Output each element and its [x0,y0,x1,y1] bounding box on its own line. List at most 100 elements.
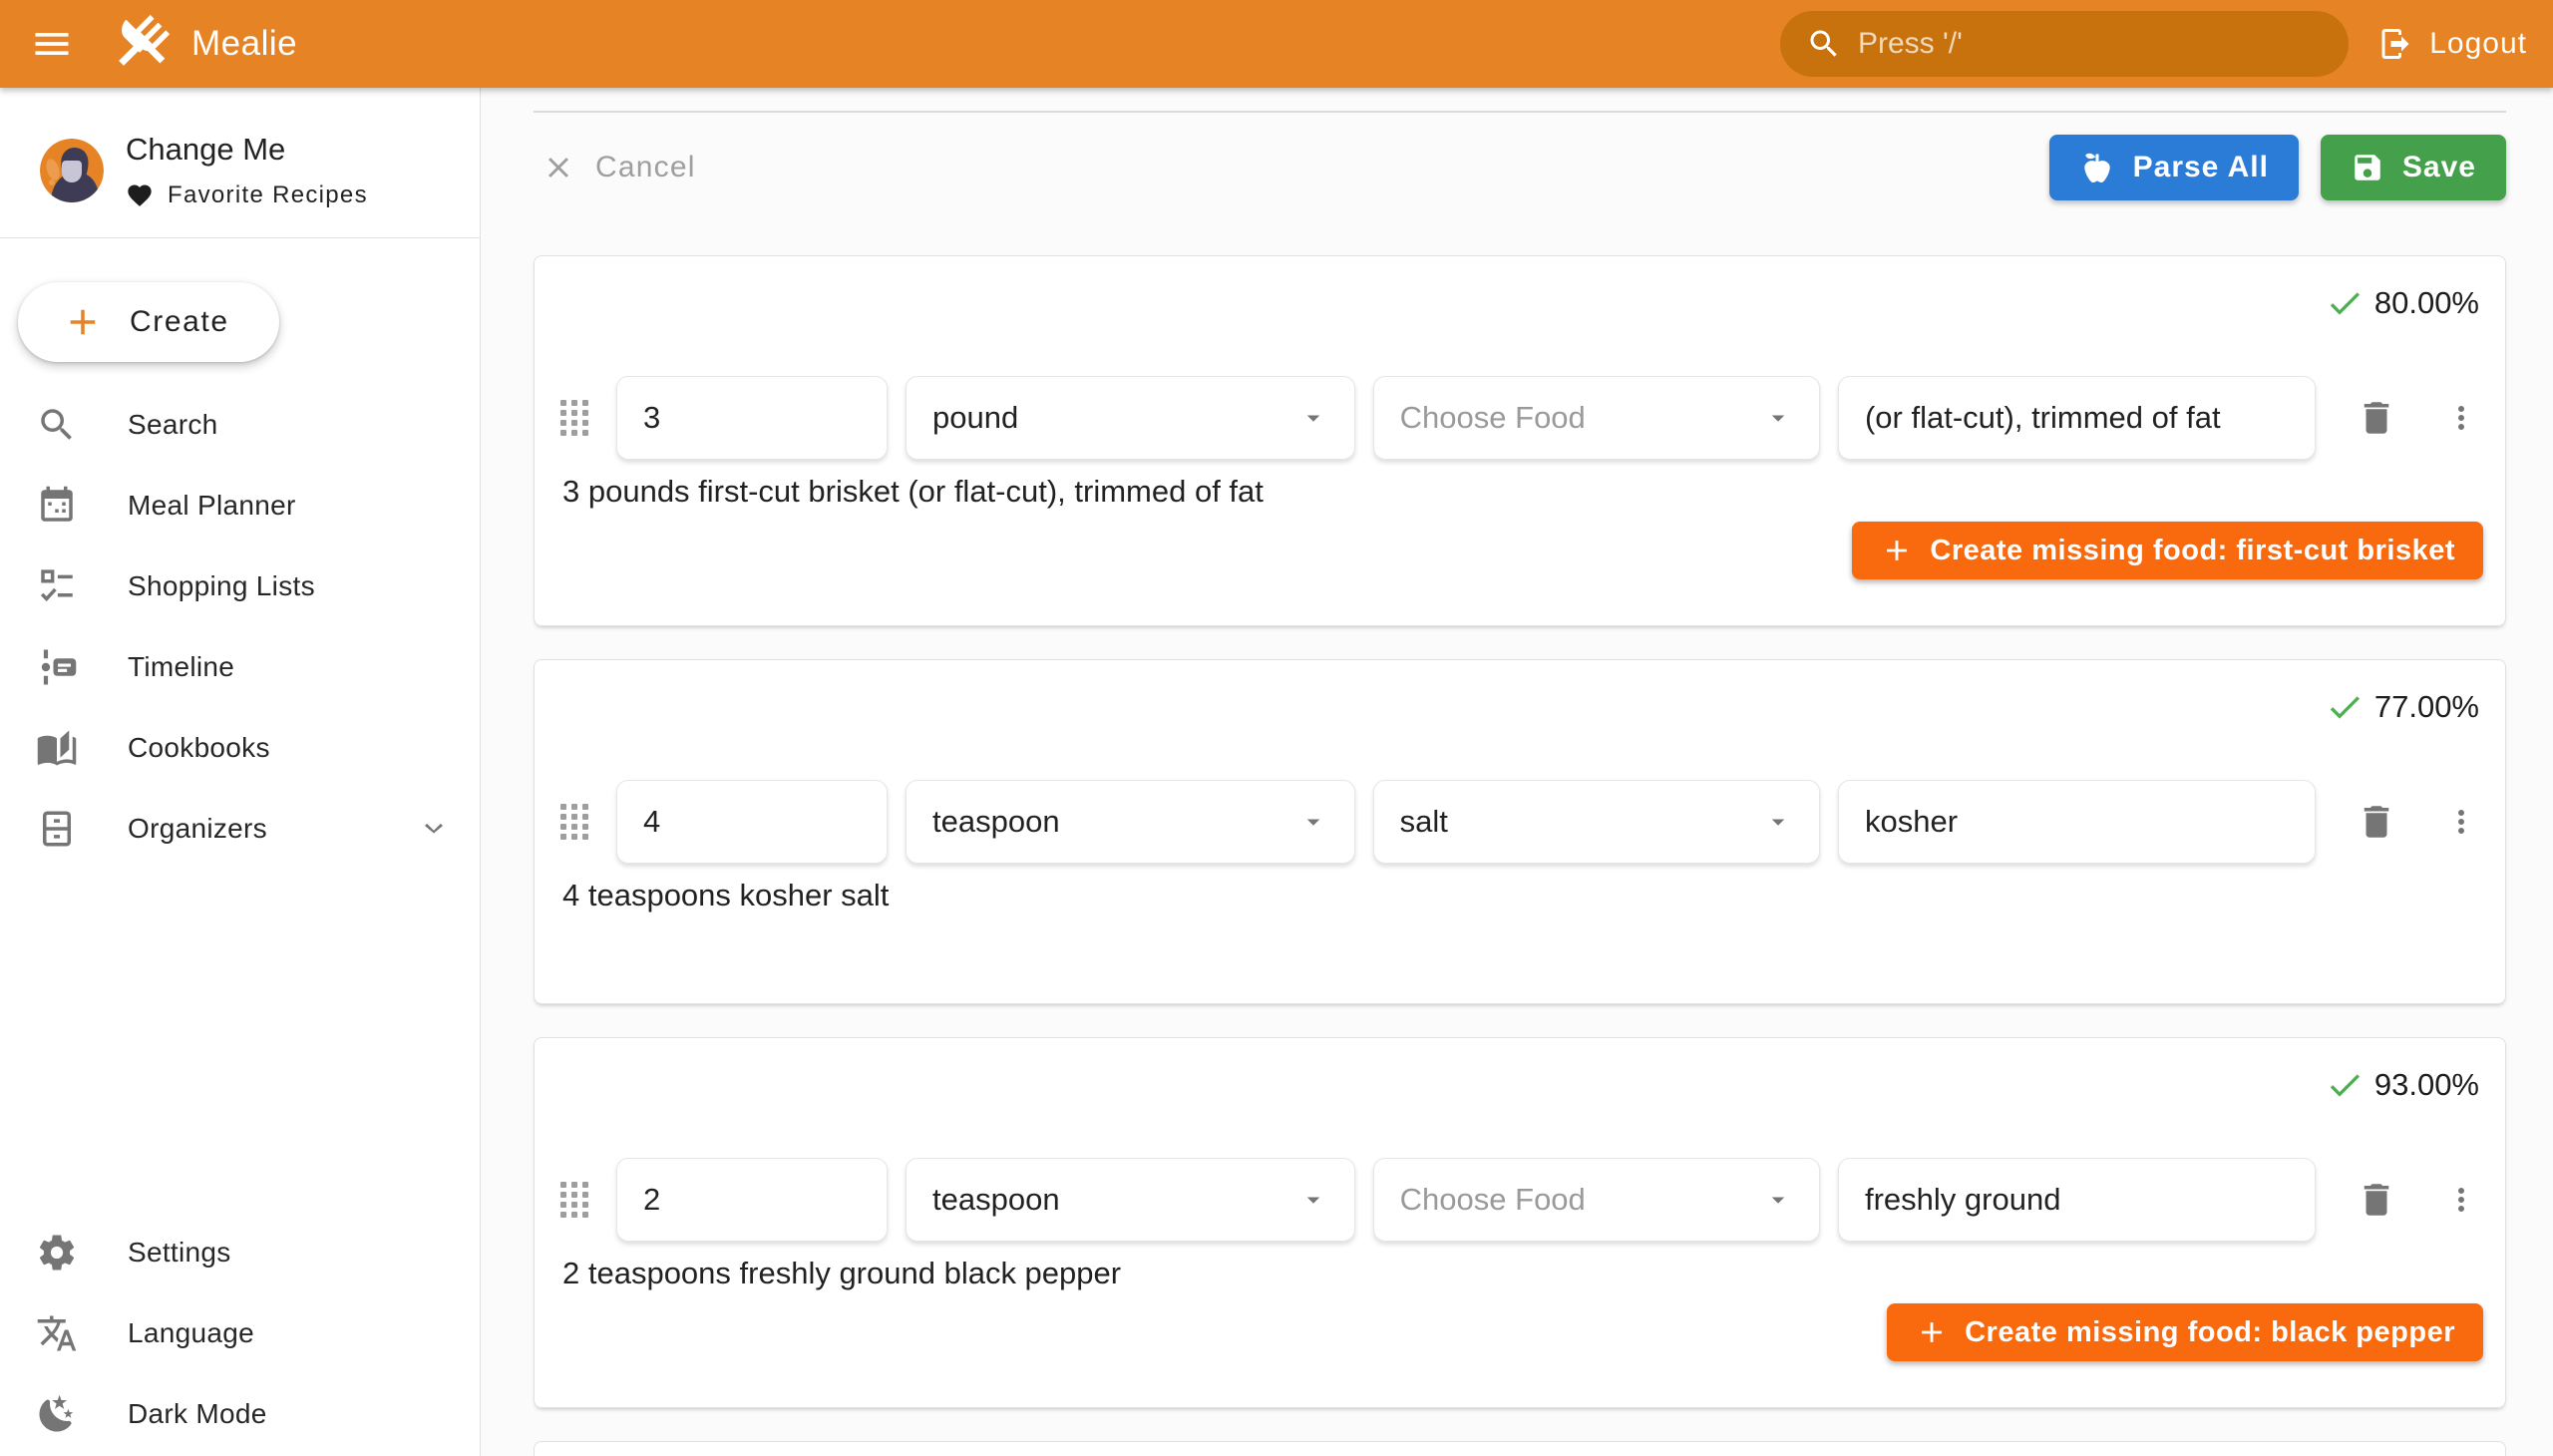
unit-value: teaspoon [932,1182,1298,1218]
plus-icon [1915,1315,1949,1349]
save-label: Save [2402,151,2476,184]
kebab-menu-icon [2443,400,2479,436]
ingredient-card: 93.00% teaspoon Choose Food 2 teaspoons … [534,1037,2506,1408]
sidebar: Change Me Favorite Recipes Create Search… [0,88,481,1456]
book-open-icon [36,727,78,769]
sidebar-item-cookbooks[interactable]: Cookbooks [0,707,480,788]
logout-label: Logout [2429,27,2527,61]
sidebar-spacer [0,869,480,1212]
sidebar-item-timeline[interactable]: Timeline [0,626,480,707]
confidence-check-icon [2325,283,2365,323]
gear-icon [36,1232,78,1274]
food-value: Choose Food [1400,400,1763,436]
dropdown-caret-icon [1763,807,1793,837]
favorite-recipes-link[interactable]: Favorite Recipes [126,182,368,209]
sidebar-item-meal-planner[interactable]: Meal Planner [0,465,480,546]
trash-icon [2356,1179,2397,1221]
cancel-button[interactable]: Cancel [534,151,704,184]
create-missing-food-button[interactable]: Create missing food: black pepper [1887,1303,2483,1361]
user-profile[interactable]: Change Me Favorite Recipes [0,88,480,237]
confidence-row: 80.00% [554,282,2483,324]
sidebar-item-dark-mode[interactable]: Dark Mode [0,1373,480,1454]
unit-value: pound [932,400,1298,436]
trash-icon [2356,397,2397,439]
calendar-icon [36,485,78,527]
logout-button[interactable]: Logout [2377,0,2527,88]
top-app-bar: Mealie Logout [0,0,2553,88]
quantity-input[interactable] [616,780,888,864]
ingredient-card: 80.00% pound Choose Food 3 pounds first-… [534,255,2506,626]
ingredient-card: 77.00% teaspoon salt 4 teaspoons kosher … [534,659,2506,1004]
more-options-button[interactable] [2443,400,2479,436]
quantity-input[interactable] [616,1158,888,1242]
note-input[interactable] [1838,1158,2316,1242]
note-input[interactable] [1838,780,2316,864]
sidebar-footer: Settings Language Dark Mode [0,1212,480,1456]
menu-icon[interactable] [22,14,82,74]
apple-icon [2079,150,2115,185]
dropdown-caret-icon [1298,1185,1328,1215]
original-ingredient-text: 3 pounds first-cut brisket (or flat-cut)… [562,474,2483,510]
save-button[interactable]: Save [2321,135,2506,200]
note-input[interactable] [1838,376,2316,460]
parse-all-button[interactable]: Parse All [2049,135,2299,200]
unit-value: teaspoon [932,804,1298,840]
trash-icon [2356,801,2397,843]
unit-select[interactable]: pound [906,376,1355,460]
global-search[interactable] [1780,11,2349,77]
food-select[interactable]: salt [1373,780,1820,864]
dropdown-caret-icon [1763,403,1793,433]
food-value: salt [1400,804,1763,840]
plus-icon [62,301,104,343]
delete-ingredient-button[interactable] [2356,801,2397,843]
confidence-row: 77.00% [554,686,2483,728]
more-options-button[interactable] [2443,804,2479,840]
main-content: Cancel Parse All Save 80.00% pound Choos… [482,88,2553,1456]
food-select[interactable]: Choose Food [1373,376,1820,460]
drag-handle-icon[interactable] [560,400,590,436]
timeline-icon [36,646,78,688]
translate-icon [36,1312,78,1354]
mealie-logo-icon[interactable] [108,11,174,77]
confidence-percent: 77.00% [2374,689,2479,725]
unit-select[interactable]: teaspoon [906,1158,1355,1242]
create-button[interactable]: Create [18,282,279,362]
ingredient-fields-row: pound Choose Food [554,376,2483,460]
user-name: Change Me [126,132,368,168]
confidence-percent: 93.00% [2374,1067,2479,1103]
create-label: Create [130,305,229,339]
ingredient-fields-row: teaspoon Choose Food [554,1158,2483,1242]
drag-handle-icon[interactable] [560,804,590,840]
more-options-button[interactable] [2443,1182,2479,1218]
sidebar-item-search[interactable]: Search [0,384,480,465]
unit-select[interactable]: teaspoon [906,780,1355,864]
food-select[interactable]: Choose Food [1373,1158,1820,1242]
ingredient-fields-row: teaspoon salt [554,780,2483,864]
sidebar-item-language[interactable]: Language [0,1292,480,1373]
missing-food-label: Create missing food: first-cut brisket [1930,535,2455,567]
delete-ingredient-button[interactable] [2356,1179,2397,1221]
sidebar-divider [0,237,480,238]
plus-icon [1880,534,1914,567]
original-ingredient-text: 2 teaspoons freshly ground black pepper [562,1256,2483,1291]
cabinet-icon [36,808,78,850]
magnify-icon [36,404,78,446]
drag-handle-icon[interactable] [560,1182,590,1218]
close-icon [542,151,575,184]
sidebar-item-organizers[interactable]: Organizers [0,788,480,869]
kebab-menu-icon [2443,1182,2479,1218]
sidebar-item-settings[interactable]: Settings [0,1212,480,1292]
confidence-check-icon [2325,1065,2365,1105]
missing-food-row: Create missing food: black pepper [554,1303,2483,1361]
delete-ingredient-button[interactable] [2356,397,2397,439]
logout-icon [2377,26,2413,62]
sidebar-nav: Search Meal Planner Shopping Lists Timel… [0,384,480,869]
search-input[interactable] [1858,27,2323,61]
missing-food-row: Create missing food: first-cut brisket [554,522,2483,579]
quantity-input[interactable] [616,376,888,460]
sidebar-item-shopping-lists[interactable]: Shopping Lists [0,546,480,626]
search-icon [1806,26,1842,62]
create-missing-food-button[interactable]: Create missing food: first-cut brisket [1852,522,2483,579]
save-icon [2351,151,2384,184]
parse-all-label: Parse All [2133,151,2269,184]
